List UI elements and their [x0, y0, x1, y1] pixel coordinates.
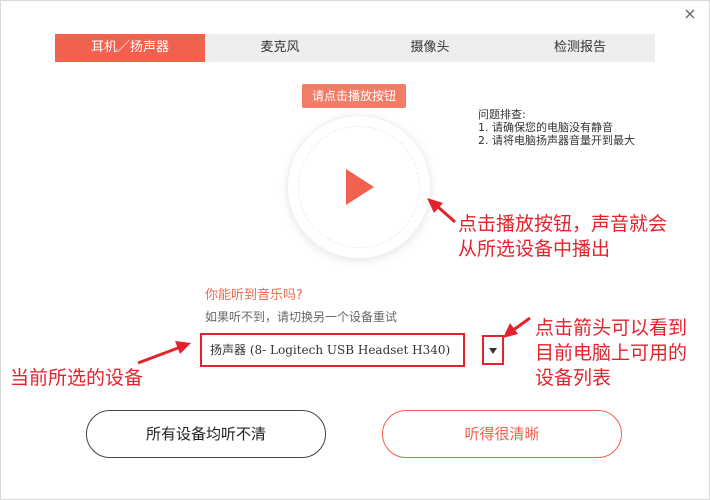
play-button[interactable] — [288, 116, 430, 258]
tab-bar: 耳机／扬声器 麦克风 摄像头 检测报告 — [55, 34, 655, 62]
switch-device-hint: 如果听不到，请切换另一个设备重试 — [205, 310, 398, 324]
tab-microphone[interactable]: 麦克风 — [205, 34, 355, 62]
annotation-line: 点击播放按钮，声音就会 — [458, 213, 668, 235]
troubleshoot-title: 问题排查: — [478, 108, 526, 121]
play-icon — [346, 169, 374, 205]
tab-headphones-speakers[interactable]: 耳机／扬声器 — [55, 34, 205, 62]
troubleshoot-panel: 问题排查: 1. 请确保您的电脑没有静音 2. 请将电脑扬声器音量开到最大 — [478, 108, 635, 147]
play-hint-badge: 请点击播放按钮 — [302, 84, 406, 108]
annotation-line: 从所选设备中播出 — [458, 238, 611, 260]
tab-test-report[interactable]: 检测报告 — [505, 34, 655, 62]
hear-clearly-button[interactable]: 听得很清晰 — [382, 410, 622, 458]
dropdown-button[interactable] — [482, 335, 504, 365]
annotation-line: 点击箭头可以看到 — [535, 317, 688, 339]
annotation-line: 目前电脑上可用的 — [535, 342, 688, 364]
close-icon[interactable]: × — [680, 4, 700, 24]
device-select[interactable]: 扬声器 (8- Logitech USB Headset H340) — [200, 333, 465, 367]
annotation-play: 点击播放按钮，声音就会 从所选设备中播出 — [458, 212, 667, 262]
annotation-arrow: 点击箭头可以看到 目前电脑上可用的 设备列表 — [535, 316, 687, 391]
hear-music-question: 你能听到音乐吗? — [205, 288, 303, 303]
annotation-line: 设备列表 — [535, 367, 612, 389]
annotation-device: 当前所选的设备 — [10, 367, 144, 389]
troubleshoot-item: 1. 请确保您的电脑没有静音 — [478, 121, 613, 134]
troubleshoot-item: 2. 请将电脑扬声器音量开到最大 — [478, 134, 635, 147]
chevron-down-icon — [489, 348, 497, 354]
all-devices-unclear-button[interactable]: 所有设备均听不清 — [86, 410, 326, 458]
tab-camera[interactable]: 摄像头 — [355, 34, 505, 62]
